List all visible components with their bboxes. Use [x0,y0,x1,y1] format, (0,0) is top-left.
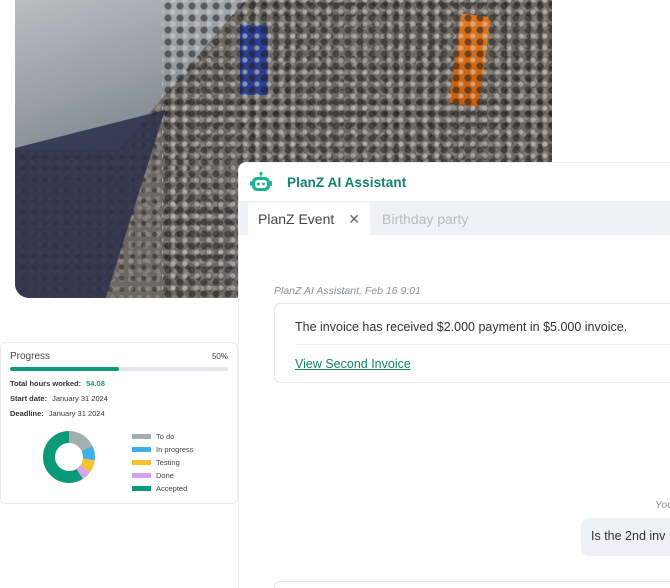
message-text: The invoice has received $2.000 payment … [295,320,628,334]
stat-value: January 31 2024 [48,409,105,418]
tab-label: Birthday party [382,211,469,227]
close-icon[interactable]: ✕ [348,211,360,228]
ai-assistant-panel: PlanZ AI Assistant PlanZ Event ✕ Birthda… [238,162,670,588]
legend-label: To do [156,432,175,441]
assistant-header: PlanZ AI Assistant [239,163,670,201]
assistant-title: PlanZ AI Assistant [287,174,407,190]
legend-label: Accepted [156,484,188,493]
progress-bar [10,367,228,371]
assistant-message-meta: PlanZ AI Assistant, Feb 16 9:01 [274,285,421,297]
tab-planz-event[interactable]: PlanZ Event ✕ [248,203,370,235]
progress-header: Progress 50% [10,351,228,362]
progress-title: Progress [10,351,51,362]
chat-input-box[interactable] [274,581,670,588]
legend-item-in-progress: In progress [132,443,194,456]
legend-label: In progress [156,445,194,454]
legend-swatch [132,460,151,465]
legend-item-testing: Testing [132,456,194,469]
legend-item-accepted: Accepted [132,482,194,495]
legend-item-to-do: To do [132,430,194,443]
stat-start-date: Start date: January 31 2024 [10,394,228,403]
assistant-message: The invoice has received $2.000 payment … [274,303,670,383]
legend-swatch [132,486,151,491]
stat-value: January 31 2024 [52,394,108,403]
legend-label: Done [156,471,174,480]
tab-label: PlanZ Event [258,211,335,227]
progress-bar-fill [10,367,119,371]
status-chart: To do In progress Testing Done Accepted [10,430,228,495]
legend-item-done: Done [132,469,194,482]
stat-label: Start date: [10,394,48,403]
message-divider [295,344,670,345]
robot-icon [250,171,272,191]
user-message: Is the 2nd inv [581,518,670,556]
conversation-tabs: PlanZ Event ✕ Birthday party [239,201,670,235]
stat-label: Deadline: [10,409,44,418]
stat-deadline: Deadline: January 31 2024 [10,409,228,418]
status-legend: To do In progress Testing Done Accepted [132,430,194,495]
stat-value: 54.08 [86,379,105,388]
view-invoice-link[interactable]: View Second Invoice [295,357,411,371]
legend-swatch [132,473,151,478]
progress-card: Progress 50% Total hours worked: 54.08 S… [0,342,238,504]
legend-swatch [132,434,151,439]
status-donut-chart [43,431,95,483]
legend-swatch [132,447,151,452]
legend-label: Testing [156,458,180,467]
stat-label: Total hours worked: [10,379,82,388]
progress-percent: 50% [211,352,228,361]
user-message-meta: You [655,499,670,511]
tab-birthday-party[interactable]: Birthday party [370,203,478,235]
stat-total-hours: Total hours worked: 54.08 [10,379,228,388]
